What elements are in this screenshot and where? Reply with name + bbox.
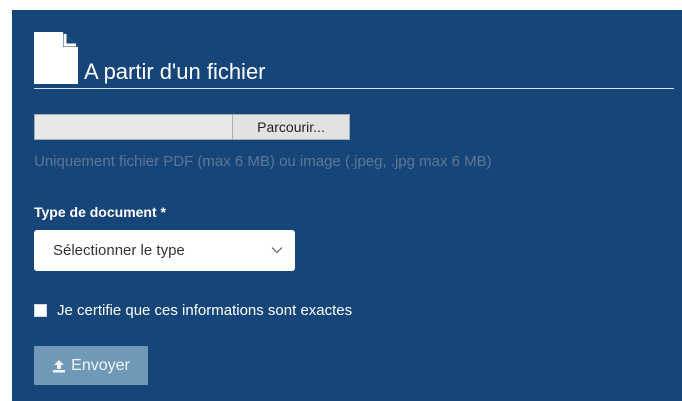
panel-title: A partir d'un fichier [84,59,266,84]
upload-panel: A partir d'un fichier Parcourir... Uniqu… [12,10,682,401]
document-type-label: Type de document * [34,204,166,220]
document-icon [34,32,78,84]
certify-checkbox[interactable] [34,303,47,317]
document-type-placeholder: Sélectionner le type [53,242,185,259]
document-type-select[interactable]: Sélectionner le type [34,230,295,271]
chevron-down-icon [271,247,283,254]
certify-row[interactable]: Je certifie que ces informations sont ex… [34,301,352,319]
certify-label[interactable]: Je certifie que ces informations sont ex… [57,302,352,319]
submit-button[interactable]: Envoyer [34,346,148,385]
file-hint: Uniquement fichier PDF (max 6 MB) ou ima… [34,153,492,170]
file-name-display[interactable] [35,115,232,139]
upload-icon [53,359,66,372]
submit-label: Envoyer [71,356,130,374]
title-divider [34,88,674,89]
file-input[interactable]: Parcourir... [34,114,350,140]
panel-header: A partir d'un fichier [34,32,674,90]
browse-button[interactable]: Parcourir... [232,115,349,139]
